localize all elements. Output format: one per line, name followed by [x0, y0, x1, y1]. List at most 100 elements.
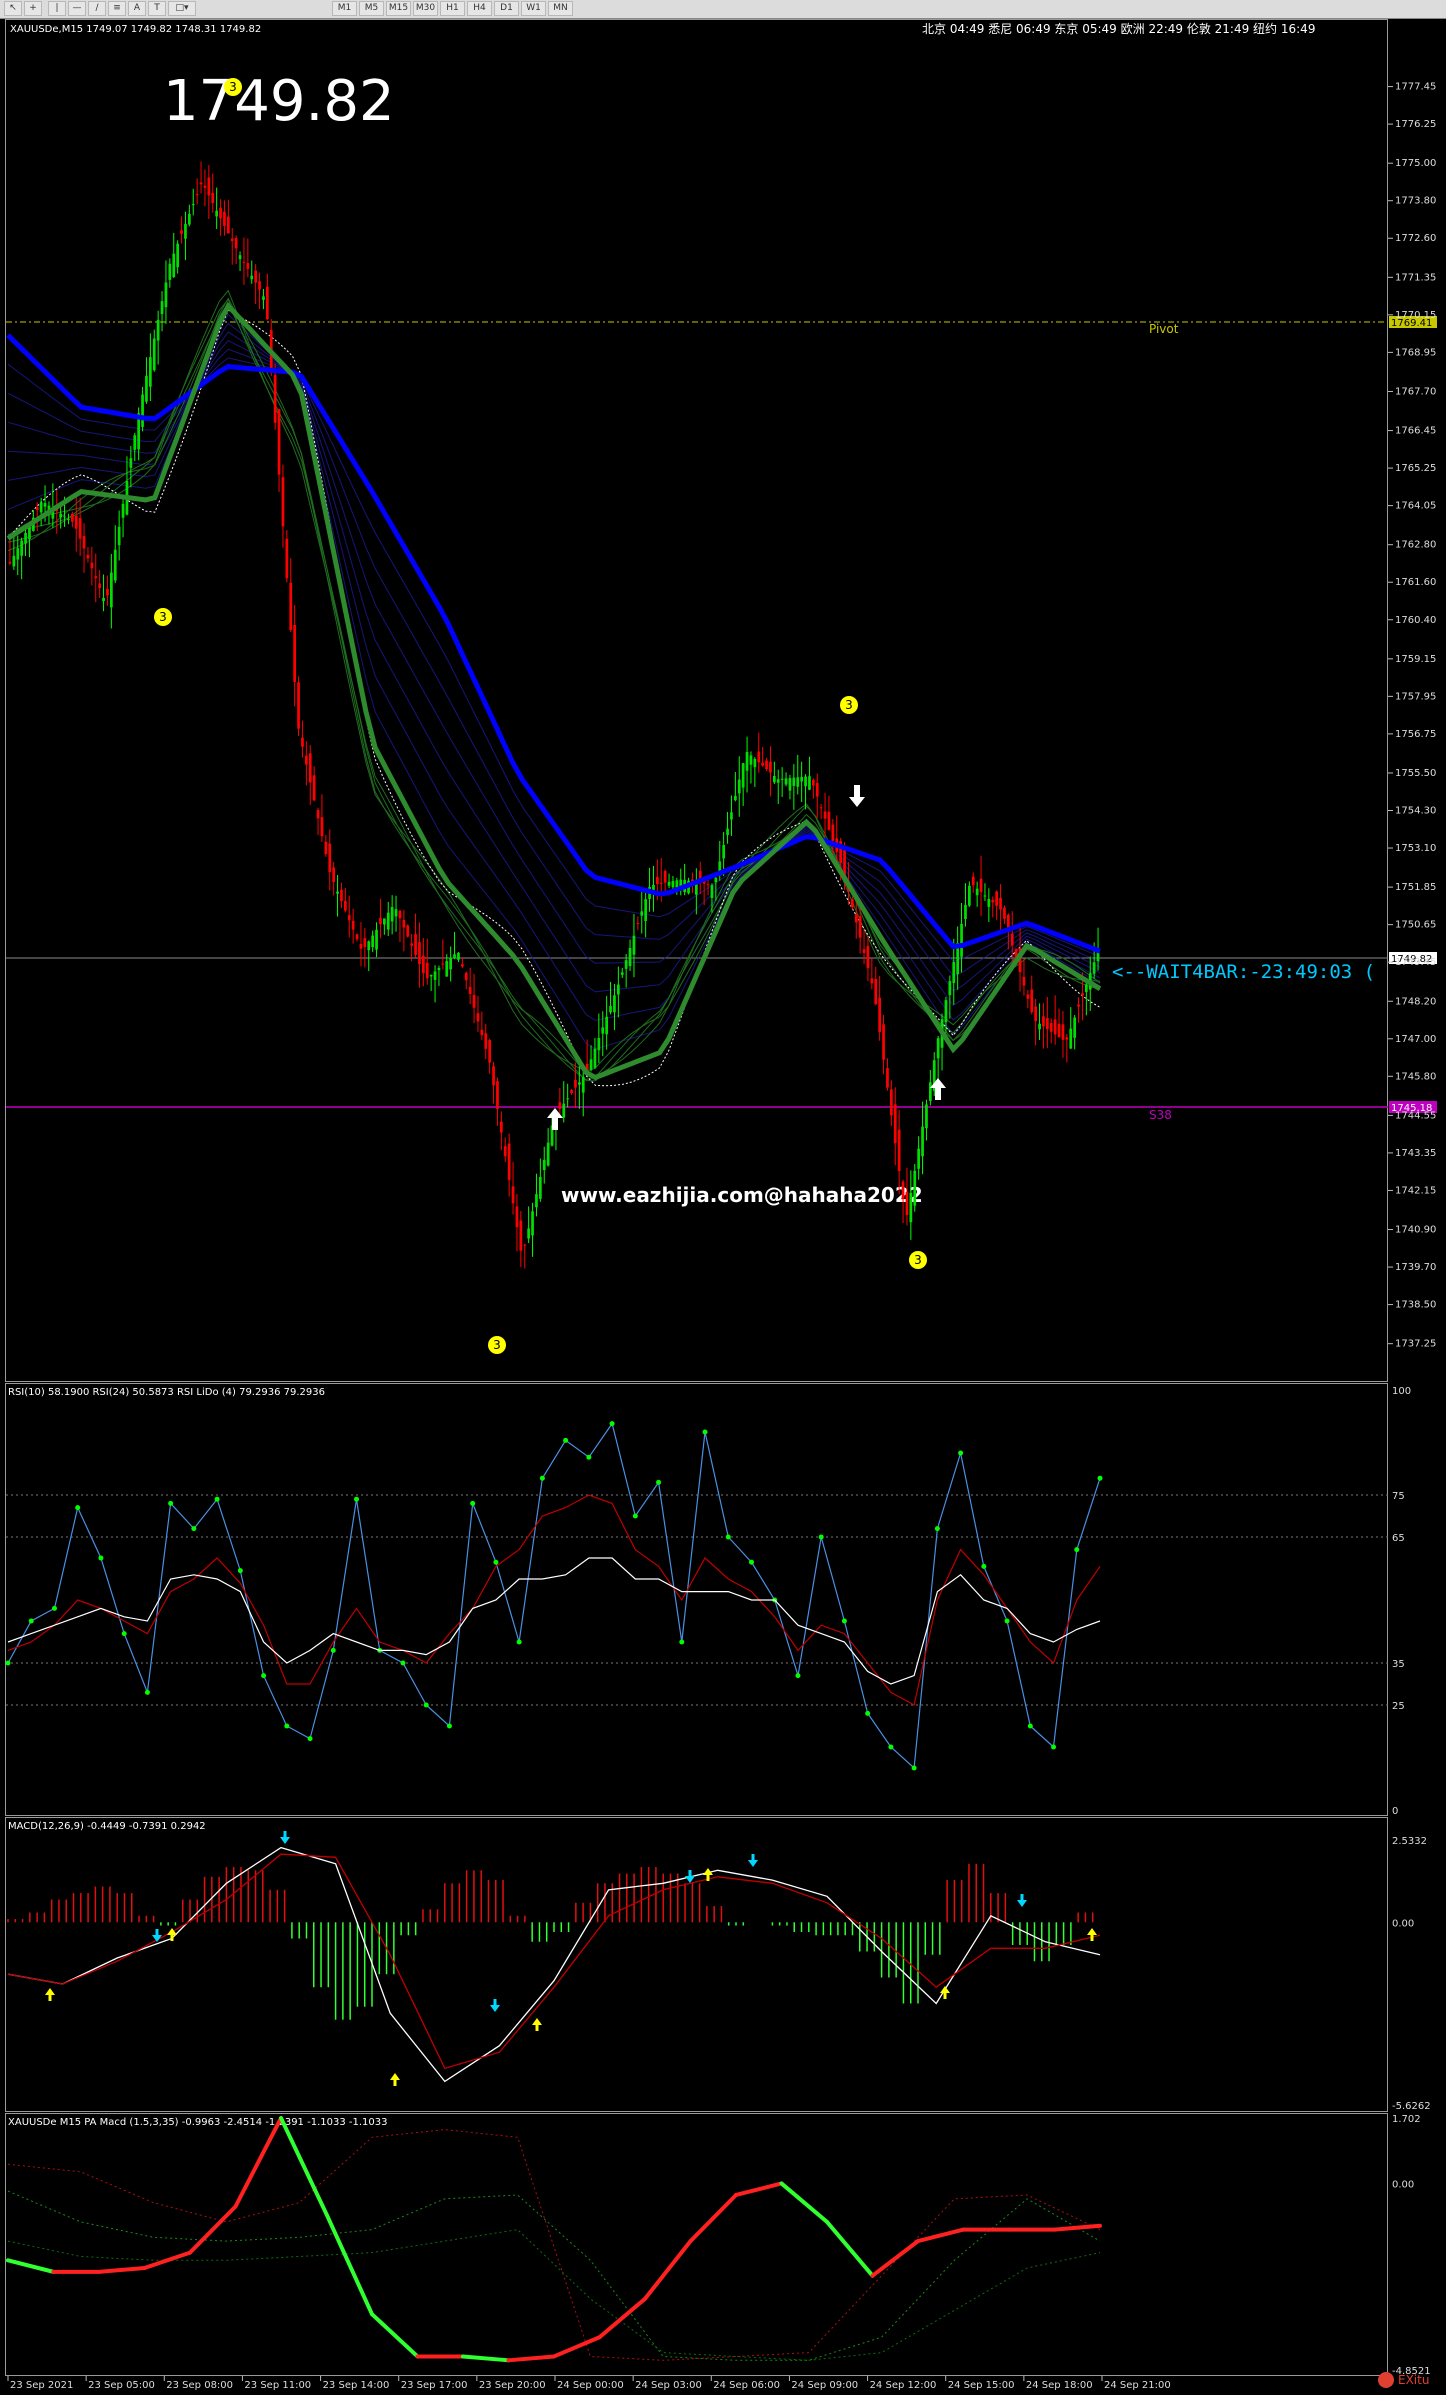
price-tick-label: 1737.25 [1395, 1339, 1436, 1350]
rsi-point [1074, 1547, 1080, 1553]
candle-body [308, 753, 312, 783]
candle-body [1003, 907, 1006, 919]
price-tick-label: 1744.55 [1395, 1110, 1436, 1121]
signal-three-label: 3 [493, 1338, 501, 1352]
timeframe-d1[interactable]: D1 [494, 1, 519, 16]
candle-body [620, 972, 624, 975]
fibonacci-icon[interactable]: ≡ [108, 1, 126, 16]
rsi-point [470, 1500, 476, 1506]
candle-body [164, 282, 168, 308]
candle-body [546, 1142, 550, 1166]
brand-icon [1378, 2372, 1394, 2388]
candle-body [316, 809, 320, 819]
candle-body [983, 895, 987, 897]
price-tick-label: 1759.15 [1395, 654, 1436, 665]
cursor-icon[interactable]: ↖ [4, 1, 22, 16]
candle-body [503, 1146, 507, 1157]
candle-body [823, 811, 827, 819]
time-tick-label: 24 Sep 12:00 [870, 2380, 937, 2391]
timeframe-w1[interactable]: W1 [521, 1, 546, 16]
candle-body [913, 1170, 917, 1206]
candle-body [1065, 1037, 1069, 1040]
candle-body [176, 243, 180, 268]
ema-ribbon [7, 289, 1101, 1087]
candle-body [570, 1090, 573, 1093]
arrow-down-icon [748, 1854, 758, 1867]
trendline-icon[interactable]: ∕ [88, 1, 106, 16]
candle-body [160, 301, 164, 315]
arrow-down-icon [1017, 1894, 1027, 1907]
candle-body [441, 963, 445, 965]
rsi-point [632, 1513, 638, 1519]
candle-body [238, 255, 242, 260]
candle-body [289, 582, 293, 631]
candle-body [866, 945, 870, 969]
rsi-point [446, 1723, 452, 1729]
candle-body [414, 934, 417, 955]
candle-body [632, 935, 636, 955]
crosshair-icon[interactable]: + [24, 1, 42, 16]
rsi-point [888, 1744, 894, 1750]
rsi-point [841, 1618, 847, 1624]
rsi-point [121, 1631, 127, 1637]
candle-body [889, 1089, 893, 1116]
timeframe-m1[interactable]: M1 [332, 1, 357, 16]
candle-body [991, 899, 995, 903]
timeframe-m5[interactable]: M5 [359, 1, 384, 16]
signal-three-label: 3 [845, 698, 853, 712]
candle-body [8, 561, 12, 564]
candle-body [944, 1000, 948, 1023]
arrow-up-icon [45, 1988, 55, 2001]
candle-body [979, 878, 983, 893]
arrow-up-icon [940, 1986, 950, 1999]
arrow-up-icon [703, 1868, 713, 1881]
text-icon[interactable]: A [128, 1, 146, 16]
vertical-line-icon[interactable]: | [48, 1, 66, 16]
candle-body [195, 194, 199, 196]
candle-body [659, 882, 663, 884]
pamacd-segment [506, 2354, 556, 2363]
candle-body [975, 888, 979, 896]
shapes-icon[interactable]: □▾ [168, 1, 196, 16]
rsi-point [609, 1421, 615, 1427]
candle-body [223, 211, 226, 226]
candle-body [1030, 989, 1034, 1013]
price-tick-label: 1772.60 [1395, 233, 1436, 244]
ema-slow-line [6, 333, 1101, 954]
pamacd-segment [825, 2219, 875, 2278]
candle-body [480, 1029, 484, 1036]
candle-body [858, 916, 862, 938]
price-tick-label: 1765.25 [1395, 463, 1436, 474]
candle-body [496, 1081, 499, 1109]
price-tick-label: 1755.50 [1395, 768, 1436, 779]
arrow-up-icon [1087, 1928, 1097, 1941]
candle-body [343, 900, 347, 911]
candle-body [769, 761, 772, 773]
label-icon[interactable]: T [148, 1, 166, 16]
timeframe-h4[interactable]: H4 [467, 1, 492, 16]
timeframe-h1[interactable]: H1 [440, 1, 465, 16]
price-tick-label: 1760.40 [1395, 615, 1436, 626]
candle-body [1049, 1022, 1053, 1032]
timeframe-m30[interactable]: M30 [413, 1, 438, 16]
candle-body [254, 270, 258, 283]
ema-ribbon-line [7, 331, 1101, 1007]
candle-body [59, 513, 63, 518]
symbol-header: XAUUSDe,M15 1749.07 1749.82 1748.31 1749… [10, 24, 261, 35]
time-tick-label: 23 Sep 05:00 [88, 2380, 155, 2391]
horizontal-line-icon[interactable]: — [68, 1, 86, 16]
candle-body [70, 513, 74, 522]
timeframe-m15[interactable]: M15 [386, 1, 411, 16]
time-tick-label: 23 Sep 20:00 [479, 2380, 546, 2391]
rsi-point [516, 1639, 522, 1645]
candle-body [106, 588, 109, 596]
price-tick-label: 1767.70 [1395, 386, 1436, 397]
candle-body [581, 1076, 585, 1093]
timeframe-mn[interactable]: MN [548, 1, 573, 16]
candle-body [1084, 984, 1088, 993]
brand-text: EXitu [1398, 2373, 1429, 2387]
candle-body [811, 779, 815, 786]
rsi-point [748, 1559, 754, 1565]
candle-body [995, 891, 999, 906]
candle-body [12, 555, 16, 567]
